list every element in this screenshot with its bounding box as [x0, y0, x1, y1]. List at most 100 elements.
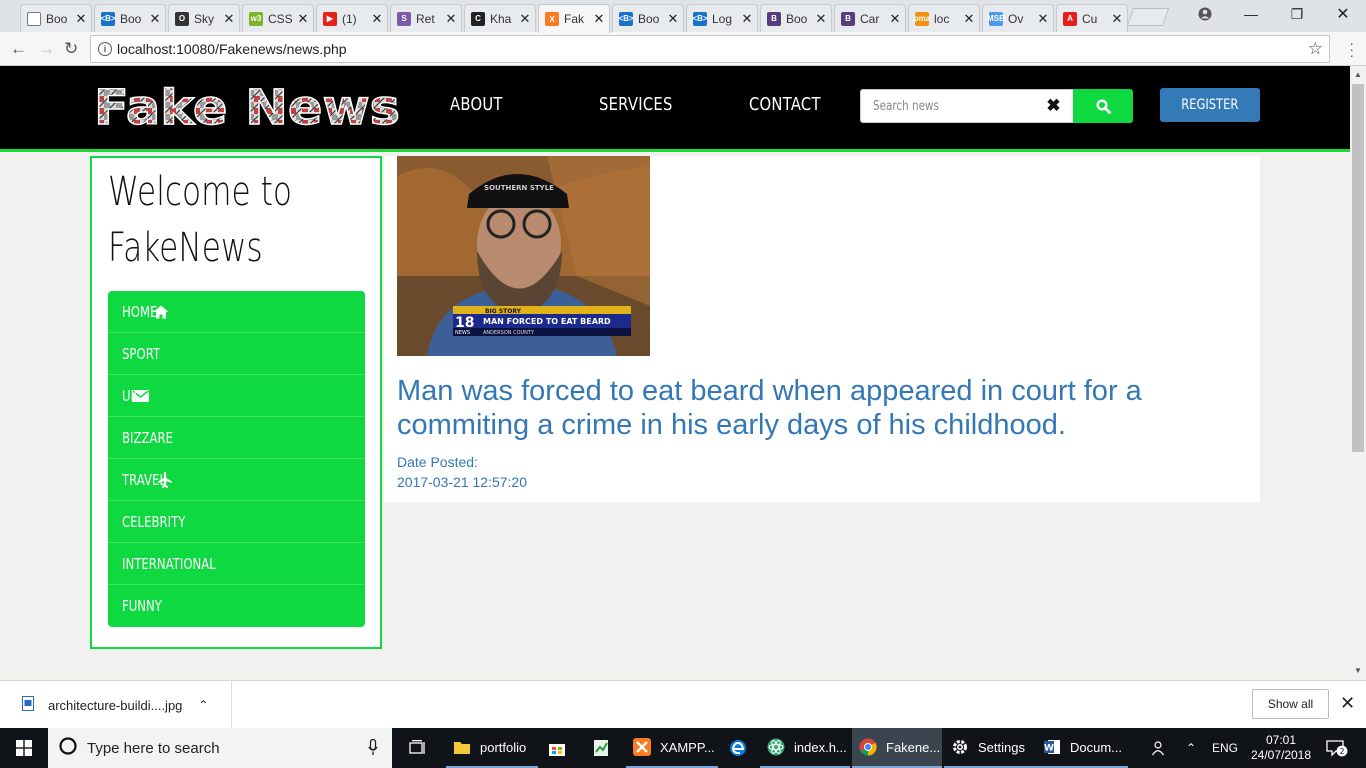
taskbar-app-chrome[interactable]: Fakene... [852, 728, 942, 768]
browser-tab[interactable]: B Car ✕ [834, 4, 906, 32]
system-clock[interactable]: 07:01 24/07/2018 [1248, 728, 1314, 768]
browser-tab[interactable]: w3 CSS ✕ [242, 4, 314, 32]
microphone-icon[interactable] [368, 738, 378, 760]
taskbar-app-gear[interactable]: Settings [944, 728, 1036, 768]
chrome-icon [858, 737, 878, 757]
tab-close-icon[interactable]: ✕ [1037, 11, 1049, 27]
category-home[interactable]: HOME [108, 291, 365, 333]
browser-tab-title: Log [712, 11, 733, 26]
browser-tab[interactable]: Boo ✕ [20, 4, 92, 32]
category-international[interactable]: INTERNATIONAL [108, 543, 365, 585]
clock-time: 07:01 [1265, 733, 1297, 747]
browser-menu-icon[interactable]: · · · [1349, 36, 1354, 62]
browser-tab[interactable]: <B> Boo ✕ [94, 4, 166, 32]
tab-close-icon[interactable]: ✕ [297, 11, 309, 27]
category-celebrity[interactable]: CELEBRITY [108, 501, 365, 543]
browser-tab[interactable]: X Fak ✕ [538, 4, 610, 33]
close-download-bar-icon[interactable]: ✕ [1340, 693, 1355, 714]
tab-close-icon[interactable]: ✕ [963, 11, 975, 27]
browser-tab[interactable]: <B> Boo ✕ [612, 4, 684, 32]
scroll-up-icon[interactable]: ▲ [1354, 70, 1362, 79]
input-language[interactable]: ENG [1212, 728, 1238, 768]
tab-close-icon[interactable]: ✕ [371, 11, 383, 27]
bookmark-star-icon[interactable]: ☆ [1308, 39, 1323, 59]
taskbar-pinned-store[interactable] [540, 728, 574, 768]
atom-icon [766, 737, 786, 757]
taskbar-search-placeholder: Type here to search [87, 739, 220, 757]
tab-close-icon[interactable]: ✕ [445, 11, 457, 27]
svg-text:SOUTHERN STYLE: SOUTHERN STYLE [484, 184, 554, 192]
edge-icon [728, 738, 748, 758]
browser-tab[interactable]: C Kha ✕ [464, 4, 536, 32]
browser-tab[interactable]: S Ret ✕ [390, 4, 462, 32]
browser-tab[interactable]: MSB Ov ✕ [982, 4, 1054, 32]
clock-date: 24/07/2018 [1250, 748, 1312, 762]
tab-close-icon[interactable]: ✕ [75, 11, 87, 27]
reload-icon[interactable]: ↻ [64, 39, 78, 59]
browser-tab[interactable]: pma loc ✕ [908, 4, 980, 32]
tab-close-icon[interactable]: ✕ [1111, 11, 1123, 27]
category-bizzare[interactable]: BIZZARE [108, 417, 365, 459]
scroll-thumb[interactable] [1352, 84, 1364, 452]
browser-tab[interactable]: B Boo ✕ [760, 4, 832, 32]
taskbar-app-atom[interactable]: index.h... [760, 728, 850, 768]
browser-tab[interactable]: O Sky ✕ [168, 4, 240, 32]
category-uk[interactable]: UK [108, 375, 365, 417]
taskbar-search-input[interactable]: Type here to search [48, 728, 392, 768]
tab-close-icon[interactable]: ✕ [741, 11, 753, 27]
nav-services[interactable]: SERVICES [599, 94, 673, 115]
download-item[interactable]: architecture-buildi....jpg ⌃ [0, 681, 232, 729]
article-image[interactable]: SOUTHERN STYLE BIG STORY MAN FORCED TO E… [397, 156, 650, 356]
browser-tab[interactable]: ▶ (1) ✕ [316, 4, 388, 32]
taskbar-app-label: Fakene... [886, 739, 941, 755]
people-icon[interactable] [1146, 728, 1172, 768]
forward-icon[interactable]: → [38, 39, 55, 59]
minimize-icon[interactable]: — [1228, 0, 1274, 28]
tab-close-icon[interactable]: ✕ [519, 11, 531, 27]
scroll-down-icon[interactable]: ▼ [1354, 666, 1362, 675]
tab-close-icon[interactable]: ✕ [815, 11, 827, 27]
taskbar-pinned-edge[interactable] [720, 728, 756, 768]
category-sport[interactable]: SPORT [108, 333, 365, 375]
article-title[interactable]: Man was forced to eat beard when appeare… [397, 374, 1217, 442]
browser-tab[interactable]: <B> Log ✕ [686, 4, 758, 32]
taskbar-app-xampp[interactable]: XAMPP... [626, 728, 718, 768]
tab-close-icon[interactable]: ✕ [889, 11, 901, 27]
tab-close-icon[interactable]: ✕ [593, 11, 605, 27]
task-view-icon[interactable] [400, 728, 436, 768]
tab-close-icon[interactable]: ✕ [149, 11, 161, 27]
clear-search-button[interactable]: ✖ [1034, 89, 1074, 123]
tab-close-icon[interactable]: ✕ [667, 11, 679, 27]
notifications-icon[interactable]: 2 [1326, 728, 1348, 768]
msb-icon: MSB [987, 11, 1005, 26]
show-hidden-icons[interactable]: ⌃ [1186, 728, 1196, 768]
nav-contact[interactable]: CONTACT [749, 94, 821, 115]
back-icon[interactable]: ← [10, 39, 27, 59]
chevron-up-icon[interactable]: ⌃ [198, 698, 208, 712]
site-info-icon[interactable]: i [98, 42, 112, 56]
profile-icon[interactable] [1182, 0, 1228, 28]
restore-icon[interactable]: ❐ [1274, 0, 1320, 28]
tab-close-icon[interactable]: ✕ [223, 11, 235, 27]
show-all-button[interactable]: Show all [1252, 689, 1329, 719]
browser-tab-title: CSS [268, 11, 293, 26]
window-close-icon[interactable]: ✕ [1320, 0, 1366, 28]
svg-text:W: W [1044, 744, 1054, 754]
taskbar-pinned-sheet[interactable] [584, 728, 618, 768]
start-button[interactable] [0, 728, 48, 768]
search-input[interactable]: Search news [860, 89, 1035, 123]
category-funny[interactable]: FUNNY [108, 585, 365, 627]
site-logo[interactable]: Fake News [92, 78, 402, 132]
taskbar-app-word[interactable]: W Docum... [1036, 728, 1128, 768]
page-scrollbar[interactable]: ▲ ▼ [1350, 66, 1366, 680]
new-tab-button[interactable] [1126, 8, 1170, 26]
browser-tab[interactable]: A Cu ✕ [1056, 4, 1128, 32]
register-button[interactable]: REGISTER [1160, 88, 1260, 122]
category-travel[interactable]: TRAVEL [108, 459, 365, 501]
download-filename: architecture-buildi....jpg [48, 697, 183, 713]
taskbar-app-folder[interactable]: portfolio [446, 728, 538, 768]
search-button[interactable] [1073, 89, 1133, 123]
svg-text:ANDERSON COUNTY: ANDERSON COUNTY [483, 330, 535, 336]
nav-about[interactable]: ABOUT [450, 94, 503, 115]
url-bar[interactable]: i localhost:10080/Fakenews/news.php ☆ [90, 35, 1330, 63]
